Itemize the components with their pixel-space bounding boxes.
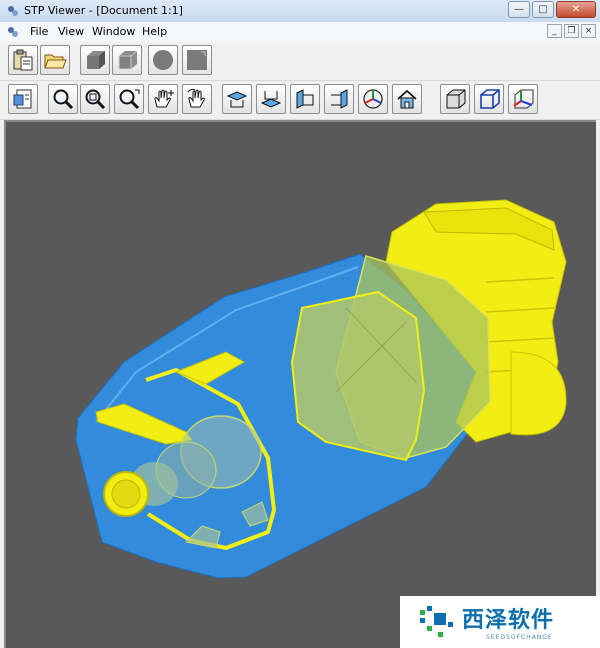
rotate-button[interactable] xyxy=(182,84,212,114)
clipboard-icon xyxy=(13,49,33,71)
cube-axes-icon xyxy=(513,89,534,109)
gray-box-edges-icon xyxy=(118,50,138,70)
home-icon xyxy=(397,89,417,109)
magnifier-fit-icon xyxy=(119,89,140,110)
magnifier-window-icon xyxy=(85,89,106,110)
mdi-controls: _ ❐ × xyxy=(547,24,596,38)
view-bottom-button[interactable] xyxy=(256,84,286,114)
open-button[interactable] xyxy=(40,45,70,75)
view-bottom-icon xyxy=(260,91,282,108)
zoom-window-button[interactable] xyxy=(80,84,110,114)
wireframe-mode-button[interactable] xyxy=(474,84,504,114)
view-top-button[interactable] xyxy=(222,84,252,114)
main-toolbar xyxy=(0,42,600,81)
hand-move-icon xyxy=(154,89,174,108)
zoom-fit-button[interactable] xyxy=(114,84,144,114)
zoom-button[interactable] xyxy=(48,84,78,114)
shaded-box-button[interactable] xyxy=(80,45,110,75)
stp-model-render[interactable] xyxy=(6,122,596,648)
app-window: STP Viewer - [Document 1:1] — □ ✕ File V… xyxy=(0,0,600,648)
app-icon xyxy=(8,6,18,16)
view-right-button[interactable] xyxy=(324,84,354,114)
cube-wire-icon xyxy=(480,89,500,109)
view-left-icon xyxy=(296,89,314,109)
document-icon[interactable] xyxy=(6,25,20,39)
shaded-mode-button[interactable] xyxy=(440,84,470,114)
plane-button[interactable] xyxy=(182,45,212,75)
mdi-minimize-button[interactable]: _ xyxy=(547,24,562,38)
paste-button[interactable] xyxy=(8,45,38,75)
folder-open-icon xyxy=(44,54,67,69)
menu-window[interactable]: Window xyxy=(92,25,135,38)
select-button[interactable] xyxy=(8,84,38,114)
axes-toggle-button[interactable] xyxy=(508,84,538,114)
watermark-title: 西泽软件 xyxy=(462,608,555,633)
wire-box-button[interactable] xyxy=(112,45,142,75)
hand-rotate-icon xyxy=(187,88,205,108)
view-axo-button[interactable] xyxy=(358,84,388,114)
view-left-button[interactable] xyxy=(290,84,320,114)
menu-view[interactable]: View xyxy=(58,25,84,38)
menu-file[interactable]: File xyxy=(30,25,48,38)
gray-plane-icon xyxy=(187,50,207,70)
watermark-subtitle: SEEDSOFCHANGE xyxy=(486,634,553,641)
pan-button[interactable] xyxy=(148,84,178,114)
window-controls: — □ ✕ xyxy=(508,1,596,18)
3d-viewport[interactable] xyxy=(4,120,596,648)
select-doc-icon xyxy=(13,89,32,109)
view-right-icon xyxy=(331,89,348,109)
view-top-icon xyxy=(226,91,248,108)
mdi-restore-button[interactable]: ❐ xyxy=(564,24,579,38)
view-toolbar xyxy=(0,81,600,120)
menu-help[interactable]: Help xyxy=(142,25,167,38)
title-bar[interactable]: STP Viewer - [Document 1:1] — □ ✕ xyxy=(0,0,600,23)
window-maximize-button[interactable]: □ xyxy=(532,1,554,18)
window-minimize-button[interactable]: — xyxy=(508,1,530,18)
sphere-button[interactable] xyxy=(148,45,178,75)
gray-box-icon xyxy=(87,51,105,69)
menu-bar: File View Window Help _ ❐ × xyxy=(0,22,600,43)
cube-shaded-icon xyxy=(446,89,466,109)
window-close-button[interactable]: ✕ xyxy=(556,1,596,18)
watermark-logo-icon xyxy=(420,606,453,637)
magnifier-icon xyxy=(53,89,74,110)
view-home-button[interactable] xyxy=(392,84,422,114)
window-title: STP Viewer - [Document 1:1] xyxy=(24,4,183,17)
gray-sphere-icon xyxy=(153,50,173,70)
mdi-close-button[interactable]: × xyxy=(581,24,596,38)
axis-globe-icon xyxy=(363,89,383,109)
